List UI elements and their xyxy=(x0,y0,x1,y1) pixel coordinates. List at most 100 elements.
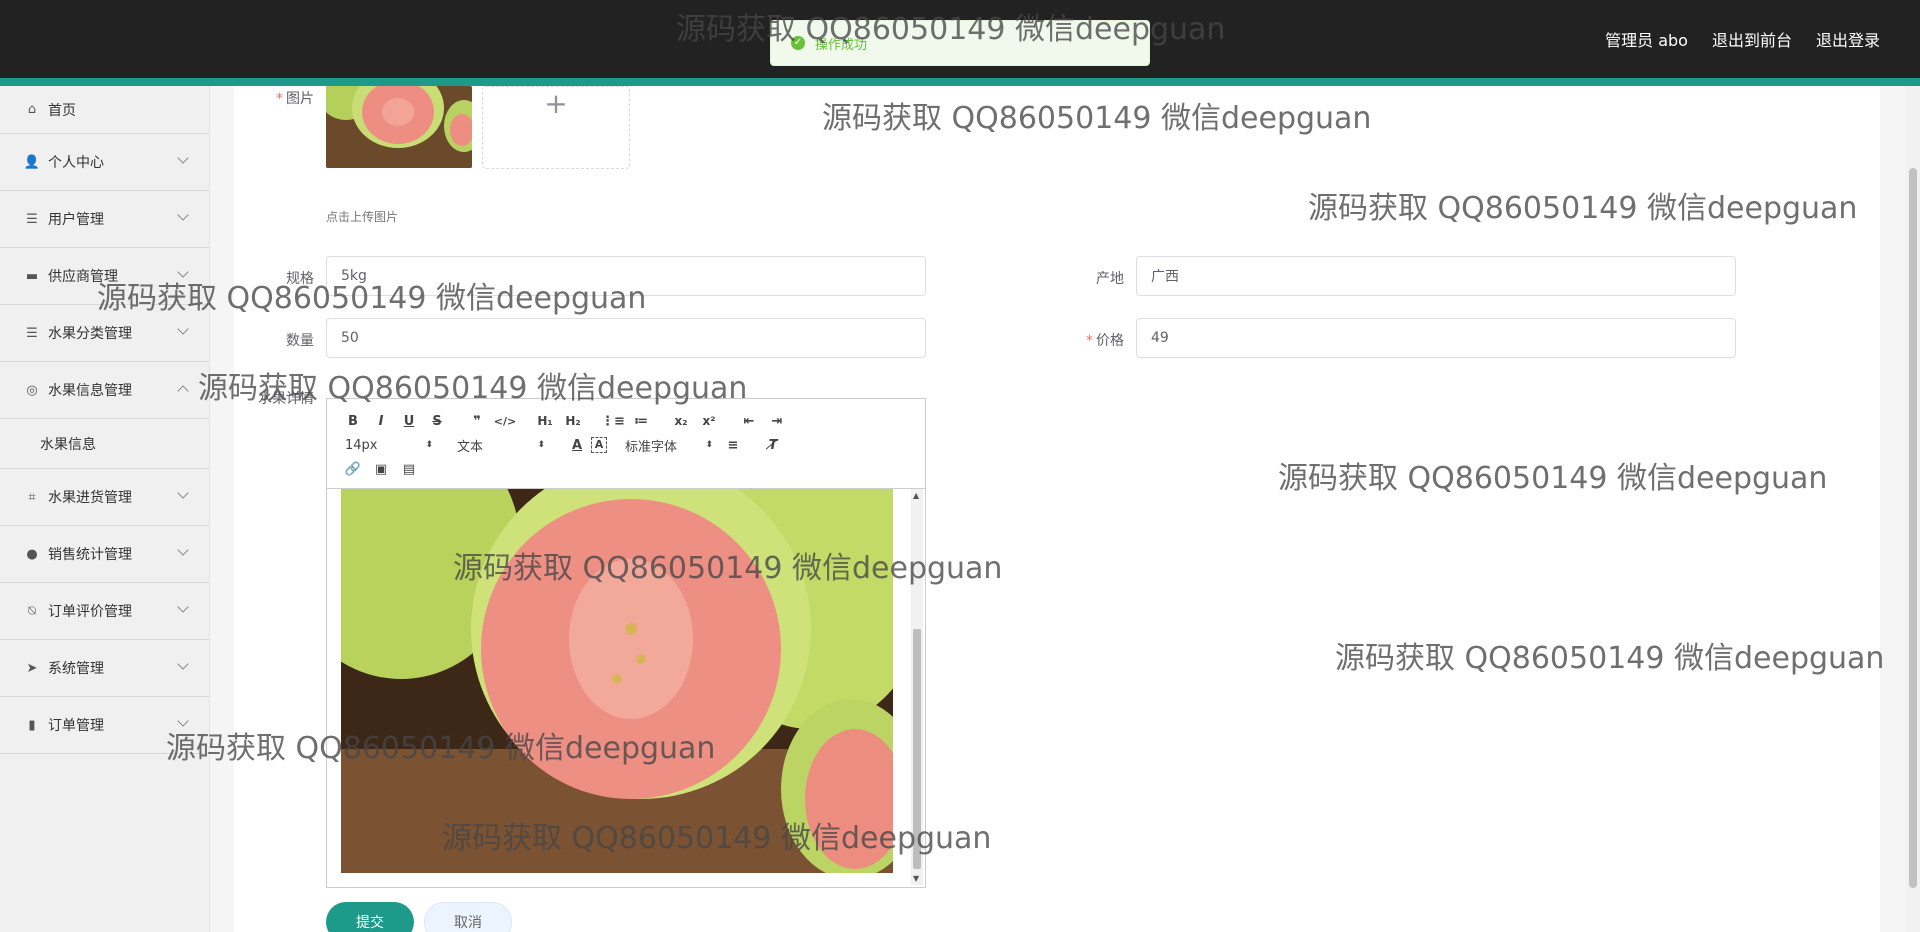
sidebar-item-label: 水果信息 xyxy=(40,436,96,453)
select-arrows-icon: ⬍ xyxy=(537,440,545,450)
video-icon[interactable]: ▤ xyxy=(395,462,423,477)
price-label: * 价格 xyxy=(1086,333,1124,349)
chevron-down-icon xyxy=(177,658,189,670)
qty-input[interactable]: 50 xyxy=(326,318,926,358)
subscript-icon[interactable]: x₂ xyxy=(667,414,695,428)
cancel-button[interactable]: 取消 xyxy=(424,902,512,932)
bell-off-icon: ⍉ xyxy=(28,603,36,619)
sidebar-item-order-review[interactable]: ⍉ 订单评价管理 xyxy=(0,583,209,640)
indent-icon[interactable]: ⇥ xyxy=(763,414,791,429)
bullet-list-icon[interactable]: ≔ xyxy=(627,414,655,429)
back-to-frontend-link[interactable]: 退出到前台 xyxy=(1712,27,1792,51)
plus-icon: + xyxy=(544,87,568,120)
image-icon[interactable]: ▣ xyxy=(367,462,395,477)
guava-photo xyxy=(341,489,893,873)
sidebar-item-supplier-management[interactable]: ▬ 供应商管理 xyxy=(0,248,209,305)
align-icon[interactable]: ≡ xyxy=(719,438,747,453)
sidebar-item-label: 销售统计管理 xyxy=(48,547,132,563)
italic-icon[interactable]: I xyxy=(367,414,395,429)
qty-label: 数量 xyxy=(286,333,314,349)
logout-link[interactable]: 退出登录 xyxy=(1816,27,1880,51)
list-icon: ☰ xyxy=(26,325,38,341)
submit-button[interactable]: 提交 xyxy=(326,902,414,932)
superscript-icon[interactable]: x² xyxy=(695,414,723,428)
sidebar-item-label: 系统管理 xyxy=(48,661,104,677)
bold-icon[interactable]: B xyxy=(339,414,367,429)
underline-icon[interactable]: U xyxy=(395,414,423,429)
blockquote-icon[interactable]: ❞ xyxy=(463,414,491,429)
page-scrollbar[interactable] xyxy=(1906,86,1920,932)
text-color-icon[interactable]: A xyxy=(563,438,591,453)
crop-icon: ⌗ xyxy=(28,489,36,505)
page-scroll-thumb[interactable] xyxy=(1909,168,1917,888)
bar-chart-icon: ▮ xyxy=(28,717,36,733)
sidebar-item-label: 水果分类管理 xyxy=(48,326,132,342)
image-upload-button[interactable]: + xyxy=(482,86,630,169)
price-input[interactable]: 49 xyxy=(1136,318,1736,358)
rich-text-editor[interactable]: B I U S ❞ </> H₁ H₂ ⋮≡ ≔ x₂ x² ⇤ ⇥ 14px … xyxy=(326,398,926,888)
spec-input[interactable]: 5kg xyxy=(326,256,926,296)
code-icon[interactable]: </> xyxy=(491,415,519,428)
sidebar-item-system-management[interactable]: ➤ 系统管理 xyxy=(0,640,209,697)
origin-input[interactable]: 广西 xyxy=(1136,256,1736,296)
send-icon: ➤ xyxy=(26,660,38,676)
sidebar-item-home[interactable]: ⌂ 首页 xyxy=(0,86,209,134)
sidebar-item-label: 用户管理 xyxy=(48,212,104,228)
sidebar-item-fruit-info-management[interactable]: ◎ 水果信息管理 xyxy=(0,362,209,419)
chevron-down-icon xyxy=(177,487,189,499)
clear-format-icon[interactable]: T̸ xyxy=(759,438,787,453)
h2-icon[interactable]: H₂ xyxy=(559,414,587,428)
strike-icon[interactable]: S xyxy=(423,414,451,429)
editor-scrollbar[interactable]: ▲ ▼ xyxy=(911,489,923,885)
font-family-select[interactable]: 标准字体 ⬍ xyxy=(619,436,719,455)
home-icon: ⌂ xyxy=(27,102,37,117)
outdent-icon[interactable]: ⇤ xyxy=(735,414,763,429)
scroll-down-icon[interactable]: ▼ xyxy=(913,874,919,883)
editor-content[interactable]: ▲ ▼ xyxy=(327,489,925,887)
sidebar-item-personal-center[interactable]: 👤 个人中心 xyxy=(0,134,209,191)
sidebar-item-order-management[interactable]: ▮ 订单管理 xyxy=(0,697,209,754)
scroll-up-icon[interactable]: ▲ xyxy=(913,491,919,500)
header-select[interactable]: 文本 ⬍ xyxy=(451,436,551,455)
compass-icon: ◎ xyxy=(26,382,38,398)
admin-user-link[interactable]: 管理员 abo xyxy=(1605,27,1688,51)
chevron-down-icon xyxy=(177,266,189,278)
sidebar-item-label: 订单评价管理 xyxy=(48,604,132,620)
chevron-down-icon xyxy=(177,323,189,335)
uploaded-image-thumbnail[interactable] xyxy=(326,86,472,168)
sidebar-item-label: 首页 xyxy=(48,102,76,119)
chevron-down-icon xyxy=(177,715,189,727)
chevron-up-icon xyxy=(177,385,189,397)
editor-toolbar: B I U S ❞ </> H₁ H₂ ⋮≡ ≔ x₂ x² ⇤ ⇥ 14px … xyxy=(327,399,925,489)
sidebar: ⌂ 首页 👤 个人中心 ☰ 用户管理 ▬ 供应商管理 ☰ 水果分类管理 ◎ 水果… xyxy=(0,86,210,932)
background-color-icon[interactable]: A xyxy=(591,437,607,453)
sidebar-item-user-management[interactable]: ☰ 用户管理 xyxy=(0,191,209,248)
origin-label: 产地 xyxy=(1096,271,1124,287)
upload-hint: 点击上传图片 xyxy=(326,210,399,224)
success-toast: ✓ 操作成功 xyxy=(770,20,1150,66)
sidebar-item-label: 水果信息管理 xyxy=(48,383,132,399)
sidebar-item-label: 供应商管理 xyxy=(48,269,118,285)
chevron-down-icon xyxy=(177,209,189,221)
chevron-down-icon xyxy=(177,152,189,164)
sidebar-item-purchase-management[interactable]: ⌗ 水果进货管理 xyxy=(0,469,209,526)
main-form-area: * 图片 + 点击上传图片 规格 5kg 产地 广西 数量 50 * 价格 49 水… xyxy=(234,86,1880,932)
link-icon[interactable]: 🔗 xyxy=(339,462,367,477)
sidebar-item-category-management[interactable]: ☰ 水果分类管理 xyxy=(0,305,209,362)
chevron-down-icon xyxy=(177,544,189,556)
list-icon: ☰ xyxy=(26,211,38,227)
ordered-list-icon[interactable]: ⋮≡ xyxy=(599,414,627,429)
select-arrows-icon: ⬍ xyxy=(705,440,713,450)
pie-icon: ● xyxy=(26,546,38,562)
spec-label: 规格 xyxy=(286,271,314,287)
toast-text: 操作成功 xyxy=(815,37,868,53)
detail-label: 水果详情 xyxy=(258,391,314,407)
sidebar-subitem-fruit-info[interactable]: 水果信息 xyxy=(0,419,209,469)
sidebar-item-sales-statistics[interactable]: ● 销售统计管理 xyxy=(0,526,209,583)
h1-icon[interactable]: H₁ xyxy=(531,414,559,428)
chevron-down-icon xyxy=(177,601,189,613)
font-size-select[interactable]: 14px ⬍ xyxy=(339,438,439,453)
image-label: * 图片 xyxy=(276,91,314,107)
select-arrows-icon: ⬍ xyxy=(425,440,433,450)
editor-scroll-thumb[interactable] xyxy=(913,629,921,869)
